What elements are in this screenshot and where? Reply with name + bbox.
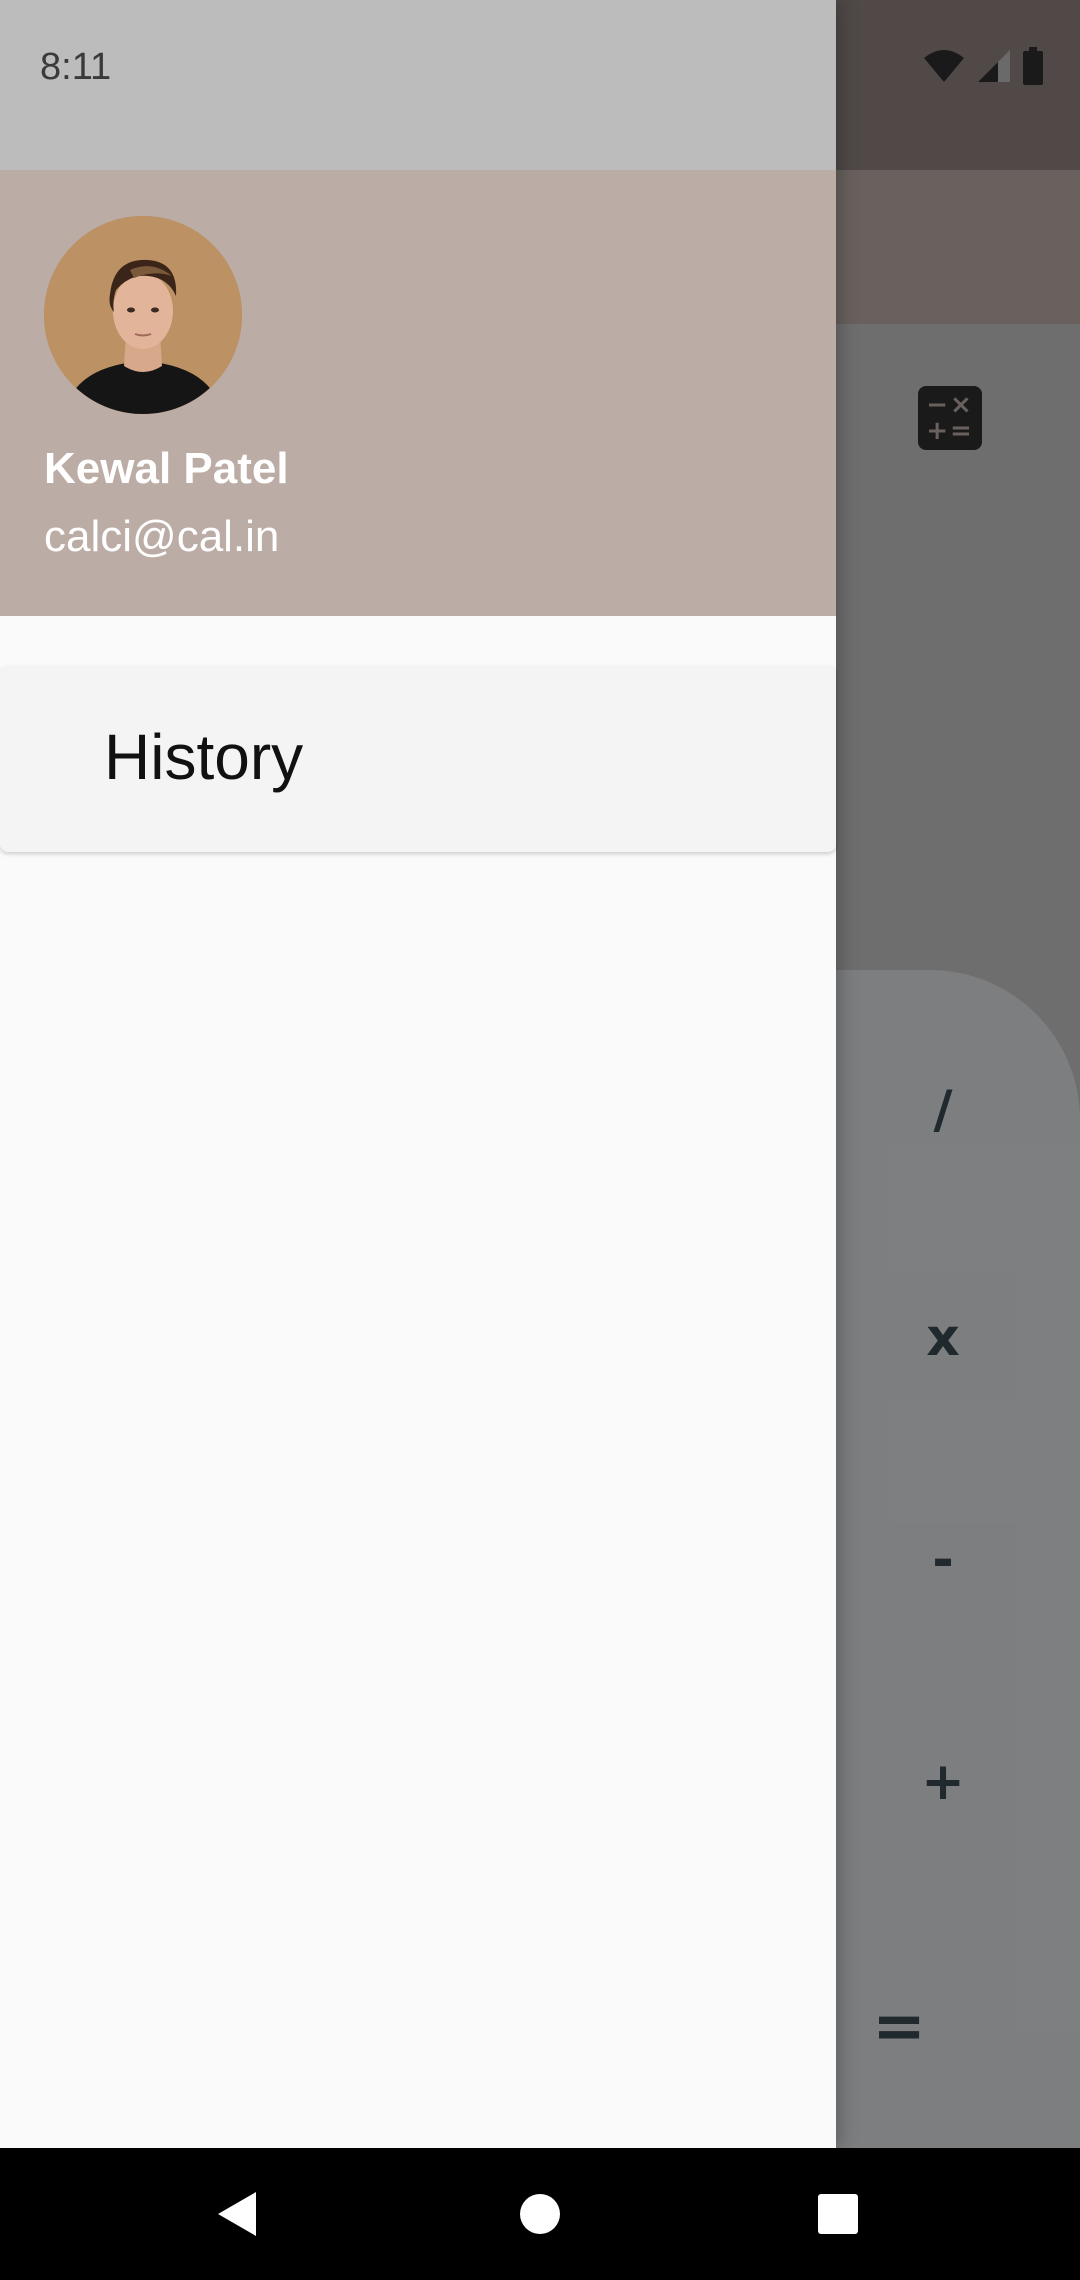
- status-bar: 8:11: [0, 0, 1080, 170]
- wifi-icon: [924, 50, 964, 82]
- system-nav-bar: [0, 2148, 1080, 2280]
- recents-square-icon: [818, 2194, 858, 2234]
- nav-back-button[interactable]: [206, 2182, 270, 2246]
- status-icons: [922, 46, 1044, 86]
- avatar-portrait-image: [44, 216, 242, 414]
- back-triangle-icon: [218, 2192, 256, 2236]
- navigation-drawer: Kewal Patel calci@cal.in History: [0, 0, 836, 2148]
- nav-recents-button[interactable]: [806, 2182, 870, 2246]
- nav-home-button[interactable]: [508, 2182, 572, 2246]
- drawer-header: Kewal Patel calci@cal.in: [0, 170, 836, 616]
- status-time: 8:11: [40, 46, 112, 88]
- avatar[interactable]: [44, 216, 242, 414]
- cell-signal-icon: [978, 50, 1010, 82]
- drawer-item-label: History: [104, 721, 304, 793]
- drawer-item-history[interactable]: History: [0, 666, 836, 852]
- user-name: Kewal Patel: [44, 444, 289, 493]
- battery-icon: [1023, 47, 1043, 85]
- user-email: calci@cal.in: [44, 512, 280, 561]
- home-circle-icon: [520, 2194, 560, 2234]
